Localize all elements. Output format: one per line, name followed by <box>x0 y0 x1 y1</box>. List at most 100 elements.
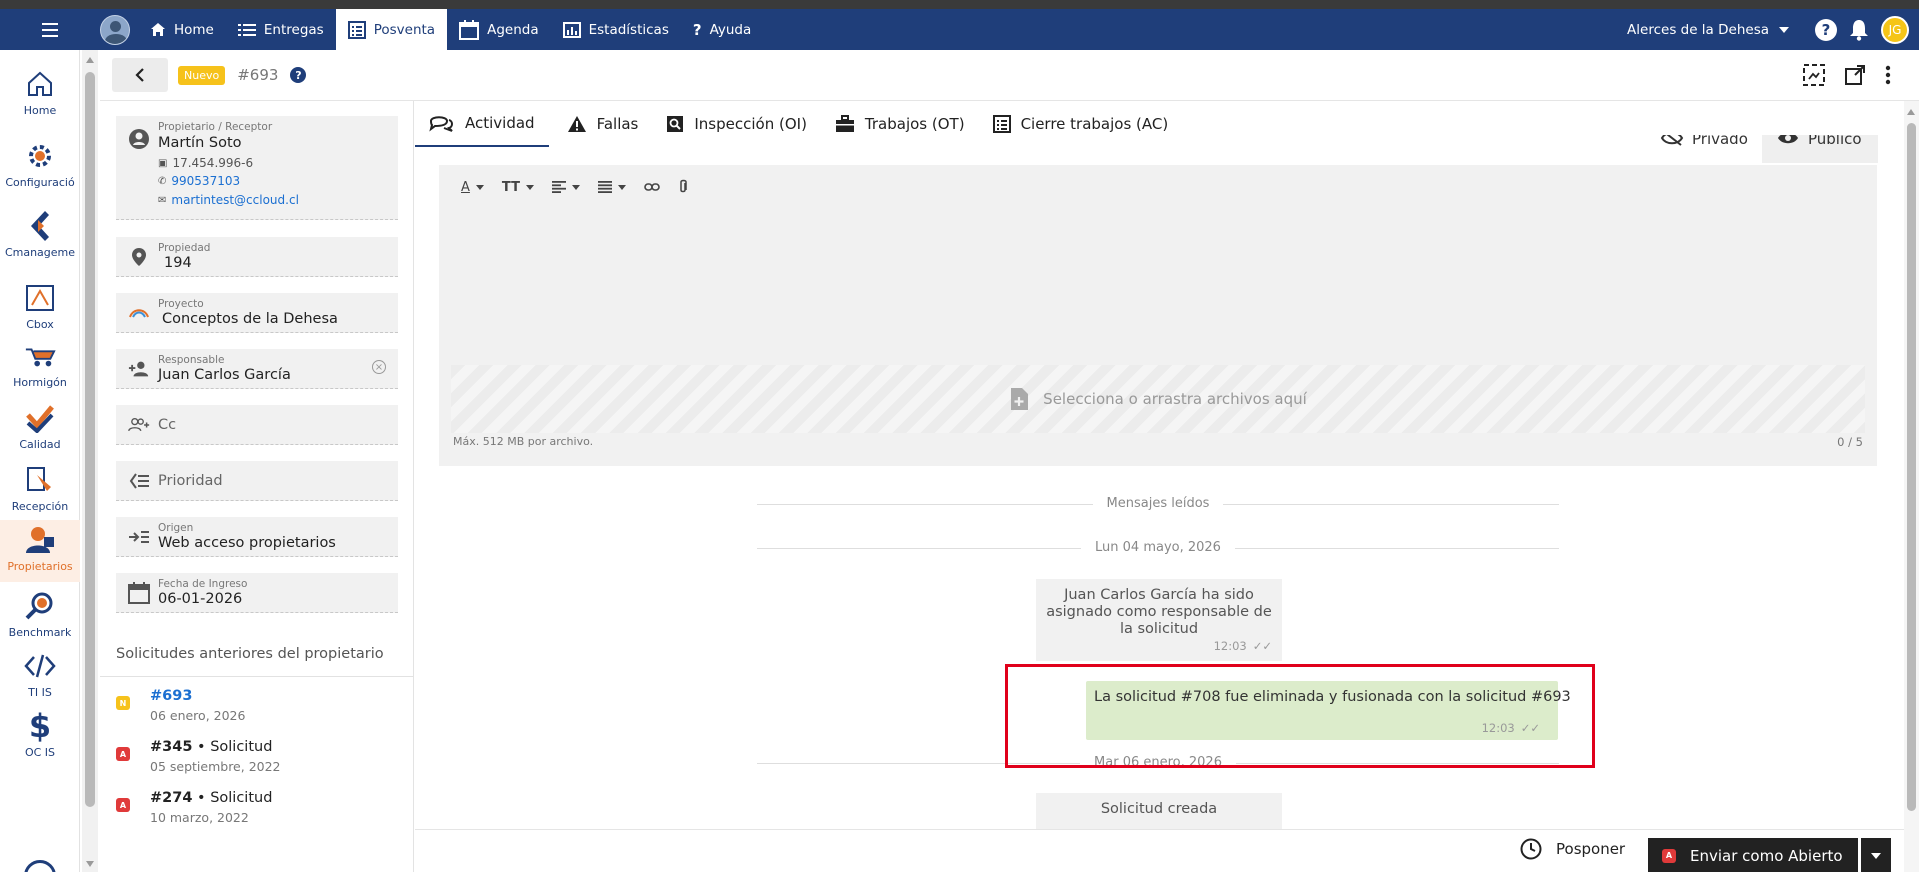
status-badge: Nuevo <box>178 65 226 85</box>
prioridad-field[interactable]: Prioridad <box>116 461 398 501</box>
font-size-button[interactable]: TT <box>502 180 534 195</box>
app-recepcion-label: Recepción <box>11 500 69 513</box>
prev-request-id[interactable]: #693 <box>150 688 192 704</box>
nav-entregas[interactable]: Entregas <box>226 9 336 50</box>
benchmark-icon <box>25 592 53 620</box>
proyecto-field[interactable]: Proyecto Conceptos de la Dehesa <box>116 293 398 333</box>
owner-email-value[interactable]: martintest@ccloud.cl <box>171 193 299 207</box>
owner-phone[interactable]: ✆ 990537103 <box>158 174 240 188</box>
app-calidad[interactable]: Calidad <box>0 402 80 458</box>
app-cmanagement[interactable]: Cmanageme <box>0 210 80 266</box>
responsable-field[interactable]: Responsable Juan Carlos García × <box>116 349 398 389</box>
list-button[interactable] <box>597 181 626 193</box>
user-avatar[interactable] <box>100 14 130 45</box>
prioridad-placeholder: Prioridad <box>158 473 223 489</box>
private-label: Privado <box>1692 135 1748 148</box>
prev-request-id[interactable]: #274 <box>150 790 192 806</box>
owner-email[interactable]: ✉ martintest@ccloud.cl <box>158 193 299 207</box>
partial-app-icon[interactable] <box>24 860 56 872</box>
app-hormigon[interactable]: Hormigón <box>0 340 80 396</box>
previous-request-item[interactable]: N #693 06 enero, 2026 <box>116 688 398 728</box>
app-cbox[interactable]: Cbox <box>0 282 80 334</box>
previous-request-item[interactable]: A #274 • Solicitud 10 marzo, 2022 <box>116 790 398 830</box>
gear-icon <box>29 145 51 167</box>
tab-cierre-trabajos[interactable]: Cierre trabajos (AC) <box>979 101 1183 147</box>
attach-button[interactable] <box>678 179 688 195</box>
chevron-down-icon <box>571 184 580 190</box>
tab-inspeccion[interactable]: Inspección (OI) <box>652 101 821 147</box>
postpone-button[interactable]: Posponer <box>1520 838 1625 860</box>
text-color-button[interactable]: A <box>461 180 484 195</box>
main-scroll-thumb[interactable] <box>1907 123 1916 811</box>
sidebar-scroll-thumb[interactable] <box>85 72 95 807</box>
double-check-icon: ✓✓ <box>1252 639 1272 653</box>
clear-icon[interactable]: × <box>372 360 386 374</box>
fecha-field[interactable]: Fecha de Ingreso 06-01-2026 <box>116 573 398 613</box>
chevron-down-icon <box>475 184 484 190</box>
open-external-icon[interactable] <box>1845 65 1865 85</box>
align-button[interactable] <box>551 181 580 193</box>
tab-actividad-label: Actividad <box>465 114 535 132</box>
app-configuracion[interactable]: Configuració <box>0 140 80 192</box>
main-scrollbar[interactable] <box>1904 101 1919 872</box>
app-propietarios[interactable]: Propietarios <box>0 520 80 582</box>
app-benchmark[interactable]: Benchmark <box>0 590 80 646</box>
nav-estadisticas[interactable]: Estadísticas <box>551 9 681 50</box>
app-oc-is-label: OC IS <box>24 746 56 759</box>
table-icon <box>347 20 366 39</box>
briefcase-icon <box>835 115 854 132</box>
nav-ayuda[interactable]: ? Ayuda <box>681 9 763 50</box>
dropzone-text: Selecciona o arrastra archivos aquí <box>1043 390 1307 408</box>
app-home[interactable]: Home <box>0 68 80 120</box>
public-toggle[interactable]: Público <box>1762 135 1878 163</box>
origen-field[interactable]: Origen Web acceso propietarios <box>116 517 398 557</box>
app-cbox-label: Cbox <box>26 318 54 331</box>
back-button[interactable] <box>112 58 168 92</box>
text-color-icon: A <box>461 179 470 195</box>
previous-request-item[interactable]: A #345 • Solicitud 05 septiembre, 2022 <box>116 739 398 779</box>
chevron-down-icon <box>1871 852 1881 859</box>
app-oc-is[interactable]: $ OC IS <box>0 710 80 766</box>
cc-field[interactable]: Cc <box>116 405 398 445</box>
system-message: Juan Carlos García ha sido asignado como… <box>1036 579 1282 661</box>
system-message-text: Solicitud creada <box>1100 801 1218 817</box>
owner-card[interactable]: Propietario / Receptor Martín Soto ▣ 17.… <box>116 116 398 220</box>
organization-select[interactable]: Alerces de la Dehesa <box>1627 22 1789 38</box>
info-icon[interactable]: ? <box>290 67 307 83</box>
user-initials-badge[interactable]: JG <box>1881 15 1909 44</box>
chat-icon <box>429 116 453 132</box>
link-button[interactable] <box>644 182 660 192</box>
tab-actividad[interactable]: Actividad <box>415 101 549 147</box>
system-message: Solicitud creada <box>1036 793 1282 829</box>
send-label: Enviar como Abierto <box>1690 846 1843 865</box>
tab-trabajos[interactable]: Trabajos (OT) <box>821 101 979 147</box>
header-actions <box>1803 64 1919 86</box>
help-icon[interactable]: ? <box>1815 18 1837 41</box>
file-count: 0 / 5 <box>1837 435 1863 449</box>
hamburger-menu-button[interactable] <box>0 9 100 50</box>
app-ti-is[interactable]: TI IS <box>0 650 80 706</box>
scroll-up-icon[interactable] <box>1907 109 1915 115</box>
propiedad-field[interactable]: Propiedad 194 <box>116 237 398 277</box>
file-dropzone[interactable]: Selecciona o arrastra archivos aquí <box>451 365 1865 433</box>
tab-fallas[interactable]: Fallas <box>549 101 653 147</box>
nav-agenda[interactable]: Agenda <box>447 9 551 50</box>
screenshot-icon[interactable] <box>1803 64 1825 86</box>
nav-posventa[interactable]: Posventa <box>335 9 448 50</box>
prev-request-id[interactable]: #345 <box>150 739 192 755</box>
chevron-down-icon <box>525 184 534 190</box>
owner-phone-value[interactable]: 990537103 <box>171 174 240 188</box>
scroll-up-icon[interactable] <box>86 57 94 63</box>
more-vertical-icon[interactable] <box>1885 65 1891 85</box>
eye-icon <box>1778 135 1798 144</box>
app-recepcion[interactable]: Recepción <box>0 464 80 520</box>
send-as-open-button[interactable]: A Enviar como Abierto <box>1648 838 1858 872</box>
send-options-dropdown[interactable] <box>1861 838 1891 872</box>
bell-icon[interactable] <box>1849 19 1869 41</box>
app-home-label: Home <box>23 104 57 117</box>
private-toggle[interactable]: Privado <box>1660 135 1762 163</box>
nav-home[interactable]: Home <box>138 9 226 50</box>
scroll-down-icon[interactable] <box>86 861 94 867</box>
sidebar-scrollbar[interactable] <box>82 50 98 872</box>
message-editor[interactable]: A TT Selecciona o arrastra archivos aquí… <box>439 165 1877 466</box>
